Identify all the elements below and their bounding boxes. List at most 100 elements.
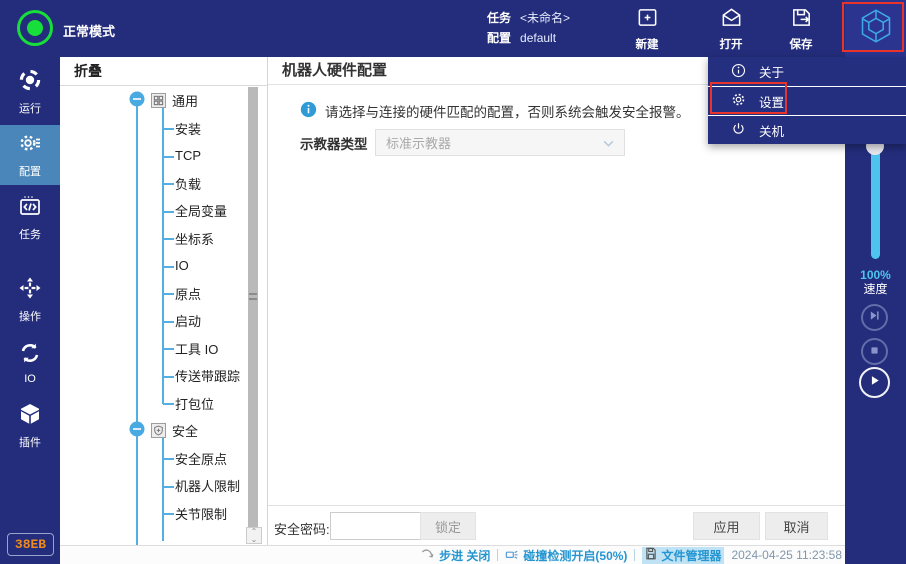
tree-scrollbar[interactable] — [248, 87, 258, 527]
code-window-icon — [18, 194, 42, 221]
pendant-type-row: 示教器类型 标准示教器 — [300, 129, 625, 156]
grid-icon — [151, 93, 166, 108]
cancel-button[interactable]: 取消 — [765, 512, 828, 540]
tree-leaf-label: 关节限制 — [175, 504, 227, 523]
step-arrow-icon — [421, 548, 435, 563]
app-window: 正常模式 任务<未命名> 配置default 新建 打开 保存 — [0, 0, 906, 564]
task-config-block: 任务 <未命名> 配置 default — [487, 8, 570, 48]
power-icon — [731, 121, 746, 139]
tree-node-label: 通用 — [172, 91, 198, 110]
top-bar: 正常模式 任务<未命名> 配置default 新建 打开 保存 — [0, 0, 906, 57]
sidebar-item-io-label: IO — [24, 373, 36, 385]
play-button[interactable] — [859, 367, 890, 398]
scrollbar-grip-icon — [249, 293, 257, 300]
plugin-cube-icon — [18, 402, 42, 429]
robot-id-badge: 38EB — [7, 533, 54, 556]
tree-leaf-robot-limits[interactable]: 机器人限制 — [60, 472, 267, 500]
tree-leaf-payload[interactable]: 负载 — [60, 170, 267, 198]
tree-leaf-label: 负载 — [175, 174, 201, 193]
status-separator — [497, 549, 498, 561]
bottom-action-bar: 安全密码: 锁定 应用 取消 — [268, 505, 845, 545]
pendant-type-select[interactable]: 标准示教器 — [375, 129, 625, 156]
sidebar-item-run[interactable]: 运行 — [0, 62, 60, 122]
tree-leaf-coordsys[interactable]: 坐标系 — [60, 225, 267, 253]
pendant-type-value: 标准示教器 — [386, 133, 451, 152]
step-next-button[interactable] — [861, 304, 888, 331]
tree-leaf-safety-home[interactable]: 安全原点 — [60, 445, 267, 473]
tree-leaf-label: 全局变量 — [175, 201, 227, 220]
save-icon — [790, 6, 813, 34]
sidebar-item-task-label: 任务 — [19, 226, 41, 242]
info-circle-icon — [300, 101, 317, 121]
menu-item-shutdown-label: 关机 — [759, 121, 784, 140]
config-tree-panel: 折叠 通用 安装 TCP 负载 全局变量 坐标系 IO 原点 启动 工具 IO … — [60, 57, 268, 545]
collision-label: 碰撞检测开启(50%) — [523, 547, 627, 564]
tree-scroll-buttons[interactable]: ⌃⌄ — [246, 527, 262, 544]
move-arrows-icon — [18, 276, 42, 303]
tree-leaf-pallet[interactable]: 打包位 — [60, 390, 267, 418]
tree-node-general[interactable]: 通用 — [60, 87, 267, 115]
menu-item-shutdown[interactable]: 关机 — [708, 115, 906, 144]
sidebar-item-io[interactable]: IO — [0, 333, 60, 393]
step-mode-toggle[interactable]: 步进 关闭 — [421, 547, 490, 564]
tree-leaf-label: 安装 — [175, 119, 201, 138]
info-icon — [731, 63, 746, 81]
task-value: <未命名> — [520, 11, 570, 25]
tree-leaf-tool-io[interactable]: 工具 IO — [60, 335, 267, 363]
step-mode-label: 步进 关闭 — [439, 547, 490, 564]
hardware-notice: 请选择与连接的硬件匹配的配置，否则系统会触发安全报警。 — [300, 101, 690, 121]
status-bar: 步进 关闭 碰撞检测开启(50%) 文件管理器 2024-04-25 11:23… — [60, 545, 845, 564]
stop-button[interactable] — [861, 338, 888, 365]
tree-node-safety[interactable]: 安全 — [60, 417, 267, 445]
tree-rows: 通用 安装 TCP 负载 全局变量 坐标系 IO 原点 启动 工具 IO 传送带… — [60, 87, 267, 527]
tree-leaf-label: 传送带跟踪 — [175, 366, 240, 385]
sidebar-item-task[interactable]: 任务 — [0, 188, 60, 248]
tree-leaf-home[interactable]: 原点 — [60, 280, 267, 308]
tree-leaf-io[interactable]: IO — [60, 252, 267, 280]
tree-leaf-joint-limits[interactable]: 关节限制 — [60, 500, 267, 528]
lock-button[interactable]: 锁定 — [420, 512, 476, 540]
save-task-button[interactable]: 保存 — [776, 6, 826, 52]
tree-node-label: 安全 — [172, 421, 198, 440]
file-manager-button[interactable]: 文件管理器 — [642, 547, 724, 564]
highlight-box-logo — [842, 2, 904, 52]
tree-leaf-conveyor[interactable]: 传送带跟踪 — [60, 362, 267, 390]
speed-percent: 100% — [845, 268, 906, 282]
collision-icon — [505, 547, 519, 563]
file-manager-label: 文件管理器 — [661, 547, 721, 564]
sidebar-item-plugin-label: 插件 — [19, 434, 41, 450]
speed-label: 速度 — [845, 282, 906, 296]
collapse-all-button[interactable]: 折叠 — [60, 57, 267, 86]
tree-leaf-install[interactable]: 安装 — [60, 115, 267, 143]
sidebar-item-operate[interactable]: 操作 — [0, 270, 60, 330]
sidebar-item-config[interactable]: 配置 — [0, 125, 60, 185]
play-icon — [868, 374, 881, 392]
collision-detect-toggle[interactable]: 碰撞检测开启(50%) — [505, 547, 627, 564]
skip-next-icon — [868, 309, 881, 327]
stop-icon — [869, 343, 880, 361]
config-label: 配置 — [487, 31, 511, 45]
collapse-minus-icon[interactable] — [129, 91, 145, 110]
tree-leaf-label: IO — [175, 258, 189, 273]
apply-button[interactable]: 应用 — [693, 512, 760, 540]
tree-leaf-startup[interactable]: 启动 — [60, 307, 267, 335]
sidebar-item-run-label: 运行 — [19, 100, 41, 116]
new-file-icon — [636, 6, 659, 34]
notice-text: 请选择与连接的硬件匹配的配置，否则系统会触发安全报警。 — [325, 101, 690, 121]
new-task-button[interactable]: 新建 — [622, 6, 672, 52]
task-label: 任务 — [487, 11, 511, 25]
open-task-button[interactable]: 打开 — [706, 6, 756, 52]
speed-readout: 100% 速度 — [845, 268, 906, 296]
tree-leaf-tcp[interactable]: TCP — [60, 142, 267, 170]
datetime-label: 2024-04-25 11:23:58 — [731, 548, 842, 562]
tree-leaf-global-vars[interactable]: 全局变量 — [60, 197, 267, 225]
sidebar-item-plugin[interactable]: 插件 — [0, 396, 60, 456]
tree-leaf-label: 安全原点 — [175, 449, 227, 468]
collapse-minus-icon[interactable] — [129, 421, 145, 440]
new-task-label: 新建 — [636, 36, 659, 52]
left-sidebar: 运行 配置 任务 操作 IO — [0, 57, 60, 564]
open-task-label: 打开 — [720, 36, 743, 52]
tree-leaf-label: TCP — [175, 148, 201, 163]
config-value: default — [520, 31, 556, 45]
speed-slider-track[interactable] — [871, 141, 880, 259]
